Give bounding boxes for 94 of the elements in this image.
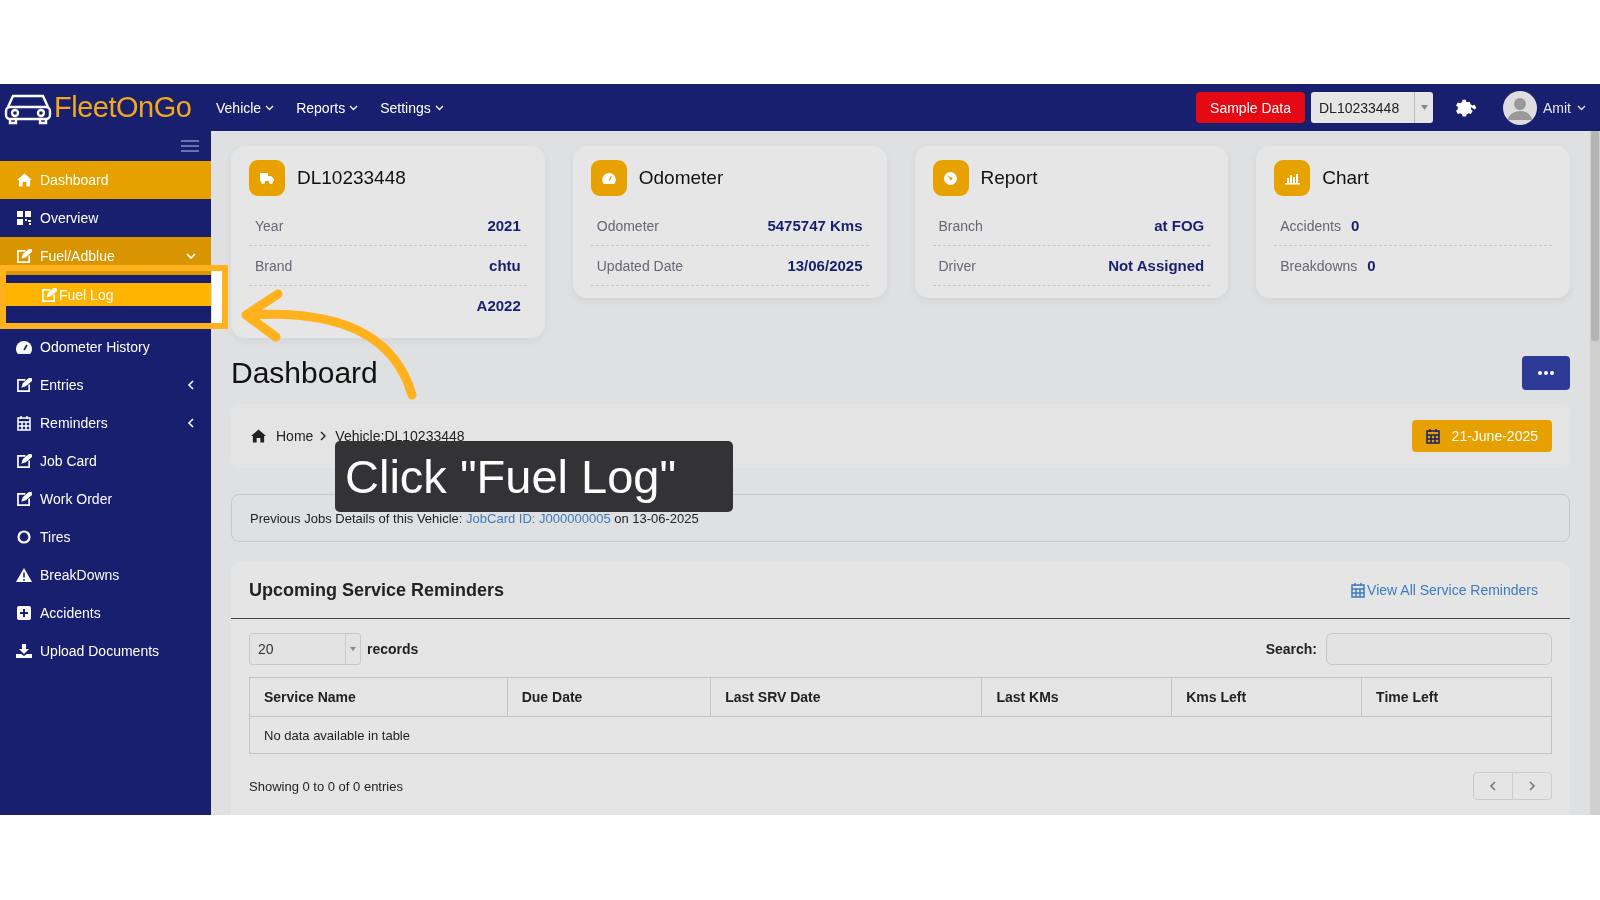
edit-icon	[42, 287, 57, 302]
bar-chart-icon	[1284, 171, 1300, 185]
records-label: records	[367, 641, 419, 657]
home-icon	[16, 173, 32, 187]
more-icon	[1538, 371, 1554, 375]
sidebar-item[interactable]: Entries	[0, 366, 211, 404]
empty-table-message: No data available in table	[249, 716, 1552, 754]
edit-icon	[16, 454, 32, 468]
gauge-icon	[601, 172, 616, 184]
truck-icon	[260, 172, 274, 184]
vehicle-select[interactable]: DL10233448	[1311, 92, 1433, 123]
field-label: Branch	[938, 218, 984, 234]
app-logo: FleetOnGo	[54, 91, 192, 124]
card-title: Chart	[1322, 167, 1369, 189]
column-header[interactable]: Last KMs	[981, 677, 1172, 717]
calendar-icon	[17, 415, 31, 431]
edit-icon	[16, 249, 32, 263]
column-header[interactable]: Kms Left	[1171, 677, 1362, 717]
date-badge: 21-June-2025	[1411, 420, 1552, 452]
scrollbar[interactable]	[1590, 131, 1600, 815]
field-label: Driver	[938, 258, 977, 274]
nav-menu[interactable]: Vehicle	[216, 99, 275, 116]
card-title: Odometer	[638, 167, 724, 189]
caret-down-icon	[434, 104, 444, 111]
field-label: Breakdowns	[1280, 258, 1358, 274]
select-value: DL10233448	[1319, 99, 1401, 116]
sidebar-item[interactable]: Reminders	[0, 404, 211, 442]
edit-icon	[16, 492, 32, 506]
caret-down-icon	[265, 104, 275, 111]
nav-menu[interactable]: Reports	[296, 99, 359, 116]
chevron-left-icon	[185, 379, 197, 391]
sidebar-item[interactable]: Accidents	[0, 594, 211, 632]
view-all-link[interactable]: View All Service Reminders	[1351, 582, 1538, 598]
chevron-left-icon	[1487, 780, 1499, 792]
column-header[interactable]: Due Date	[507, 677, 711, 717]
sidebar-item[interactable]: Tires	[0, 518, 211, 556]
column-header[interactable]: Last SRV Date	[710, 677, 982, 717]
field-value: 2021	[487, 217, 521, 234]
warning-icon	[16, 568, 32, 582]
more-options-button[interactable]	[1522, 356, 1570, 390]
edit-icon	[16, 378, 32, 392]
search-label: Search:	[1265, 641, 1317, 657]
sidebar-item[interactable]: Odometer History	[0, 328, 211, 366]
sidebar-item[interactable]: Overview	[0, 199, 211, 237]
sidebar-item[interactable]: Job Card	[0, 442, 211, 480]
qr-code-icon	[17, 211, 31, 225]
dropdown-arrow-icon	[350, 647, 356, 651]
caret-down-icon	[349, 104, 359, 111]
field-label: Year	[255, 218, 285, 234]
sample-data-button[interactable]: Sample Data	[1196, 92, 1305, 123]
notice-text: Previous Jobs Details of this Vehicle: JobCard ID: J000000005 on 13-06-2025	[250, 510, 699, 526]
field-value: chtu	[489, 257, 521, 274]
field-value: 0	[1367, 257, 1376, 274]
chevron-left-icon	[185, 417, 197, 429]
calendar-icon	[1425, 428, 1440, 444]
avatar-icon[interactable]	[1503, 90, 1537, 125]
user-name[interactable]: Amit	[1543, 99, 1571, 116]
table-info: Showing 0 to 0 of 0 entries	[249, 778, 403, 794]
column-header[interactable]: Time Left	[1361, 677, 1552, 717]
page-title: Dashboard	[231, 356, 378, 390]
nav-menu[interactable]: Settings	[380, 99, 444, 116]
field-label: Updated Date	[596, 258, 685, 274]
field-value: Not Assigned	[1108, 257, 1205, 274]
gauge-icon	[16, 340, 32, 354]
field-label: Brand	[255, 258, 294, 274]
caret-down-icon	[1577, 104, 1586, 111]
search-field[interactable]	[1326, 633, 1552, 665]
field-label: Accidents	[1280, 218, 1341, 234]
card-title: Report	[980, 167, 1038, 189]
field-label: Odometer	[596, 218, 660, 234]
chevron-down-icon	[185, 250, 197, 262]
field-value: 5475747 Kms	[767, 217, 863, 234]
chevron-right-icon	[319, 431, 328, 441]
field-value: 0	[1350, 217, 1360, 234]
home-icon	[251, 429, 266, 443]
card-title: DL10233448	[297, 167, 406, 189]
sidebar-item[interactable]: Upload Documents	[0, 632, 211, 670]
field-value: A2022	[476, 297, 521, 314]
panel-title: Upcoming Service Reminders	[249, 579, 505, 601]
tooltip: Click "Fuel Log"	[335, 441, 733, 512]
calendar-icon	[1351, 582, 1366, 598]
field-value: at FOG	[1154, 217, 1205, 234]
plus-square-icon	[17, 606, 31, 620]
breadcrumb-current: Vehicle:DL10233448	[335, 428, 465, 444]
page-size-select[interactable]: 20	[249, 633, 361, 665]
sidebar-item[interactable]: Work Order	[0, 480, 211, 518]
field-value: 13/06/2025	[787, 257, 863, 274]
column-header[interactable]: Service Name	[249, 677, 508, 717]
circle-icon	[17, 530, 31, 544]
sidebar-item[interactable]: BreakDowns	[0, 556, 211, 594]
download-icon	[16, 644, 32, 658]
breadcrumb-link[interactable]: Home	[276, 428, 314, 444]
chevron-right-icon	[1526, 780, 1538, 792]
menu-icon[interactable]	[181, 140, 199, 152]
